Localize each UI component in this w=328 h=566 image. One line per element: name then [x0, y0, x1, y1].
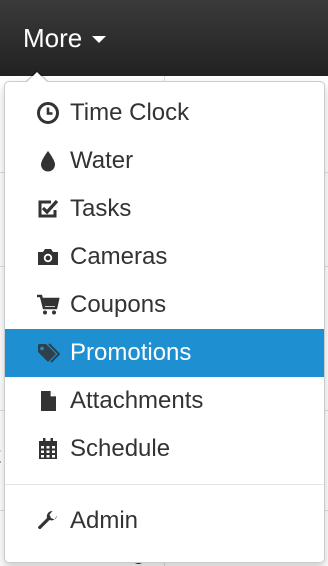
tags-icon: [35, 340, 61, 366]
menu-item-water[interactable]: Water: [5, 137, 324, 185]
camera-icon: [35, 244, 61, 270]
calendar-icon: [35, 436, 61, 462]
shopping-cart-icon: [35, 292, 61, 318]
more-dropdown-menu: Time Clock Water Tasks Cameras Coupons P…: [4, 81, 325, 563]
wrench-icon: [35, 508, 61, 534]
menu-item-time-clock[interactable]: Time Clock: [5, 89, 324, 137]
menu-item-label: Schedule: [70, 435, 171, 462]
menu-item-coupons[interactable]: Coupons: [5, 281, 324, 329]
menu-item-label: Time Clock: [70, 99, 190, 126]
checkbox-icon: [35, 196, 61, 222]
menu-item-label: Promotions: [70, 339, 192, 366]
menu-divider: [5, 484, 324, 485]
menu-item-label: Coupons: [70, 291, 167, 318]
more-label: More: [23, 22, 83, 53]
menu-item-label: Admin: [70, 507, 139, 534]
menu-item-label: Cameras: [70, 243, 168, 270]
caret-down-icon: [92, 35, 107, 43]
water-drop-icon: [35, 148, 61, 174]
menu-item-attachments[interactable]: Attachments: [5, 377, 324, 425]
menu-item-tasks[interactable]: Tasks: [5, 185, 324, 233]
clock-icon: [35, 100, 61, 126]
background-text-fragment: t: [0, 444, 1, 468]
menu-item-label: Water: [70, 147, 134, 174]
menu-item-label: Tasks: [70, 195, 132, 222]
menu-item-promotions[interactable]: Promotions: [5, 329, 324, 377]
top-navbar: More: [0, 0, 328, 76]
file-icon: [35, 388, 61, 414]
menu-item-label: Attachments: [70, 387, 204, 414]
menu-item-cameras[interactable]: Cameras: [5, 233, 324, 281]
menu-item-admin[interactable]: Admin: [5, 497, 324, 545]
dropdown-arrow-fill: [26, 72, 48, 83]
menu-item-schedule[interactable]: Schedule: [5, 425, 324, 473]
more-menu-toggle[interactable]: More: [23, 20, 107, 56]
